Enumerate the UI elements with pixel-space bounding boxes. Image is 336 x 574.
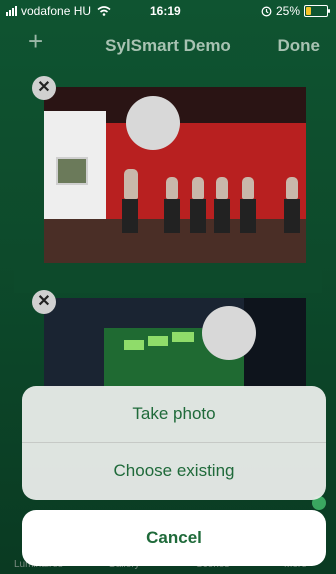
- status-left: vodafone HU: [6, 4, 111, 18]
- photo-statue: [286, 177, 298, 199]
- carrier-label: vodafone HU: [21, 4, 92, 18]
- navigation-bar: + SylSmart Demo Done: [0, 22, 336, 66]
- alarm-icon: [261, 6, 272, 16]
- action-sheet: Take photo Choose existing: [22, 386, 326, 500]
- photo-statue: [242, 177, 254, 199]
- scene-label-band: [14, 263, 322, 293]
- photo-artwork: [56, 157, 88, 185]
- photo-statue: [166, 177, 178, 199]
- signal-icon: [6, 6, 17, 16]
- choose-existing-button[interactable]: Choose existing: [22, 443, 326, 499]
- photo-pedestal: [284, 199, 300, 233]
- battery-fill: [306, 7, 311, 15]
- scene-indicator-dot: [202, 306, 256, 360]
- clock: 16:19: [150, 4, 181, 18]
- done-button[interactable]: Done: [278, 36, 321, 56]
- photo-statue: [216, 177, 228, 199]
- scene-photo-street[interactable]: [44, 298, 306, 388]
- photo-pedestal: [164, 199, 180, 233]
- status-bar: vodafone HU 16:19 25%: [0, 0, 336, 22]
- take-photo-button[interactable]: Take photo: [22, 386, 326, 442]
- wifi-icon: [97, 6, 111, 16]
- scene-indicator-dot: [126, 96, 180, 150]
- photo-pedestal: [190, 199, 206, 233]
- photo-pedestal: [214, 199, 230, 233]
- photo-statue: [192, 177, 204, 199]
- photo-pedestal: [240, 199, 256, 233]
- photo-sign: [124, 340, 144, 350]
- status-right: 25%: [261, 4, 330, 18]
- cancel-button[interactable]: Cancel: [22, 510, 326, 566]
- battery-icon: [304, 5, 330, 17]
- photo-sign: [148, 336, 168, 346]
- photo-sign: [172, 332, 194, 342]
- close-icon[interactable]: ✕: [32, 76, 56, 100]
- close-icon[interactable]: ✕: [32, 290, 56, 314]
- battery-percent: 25%: [275, 4, 300, 18]
- photo-pedestal: [122, 199, 138, 233]
- photo-statue: [124, 169, 138, 199]
